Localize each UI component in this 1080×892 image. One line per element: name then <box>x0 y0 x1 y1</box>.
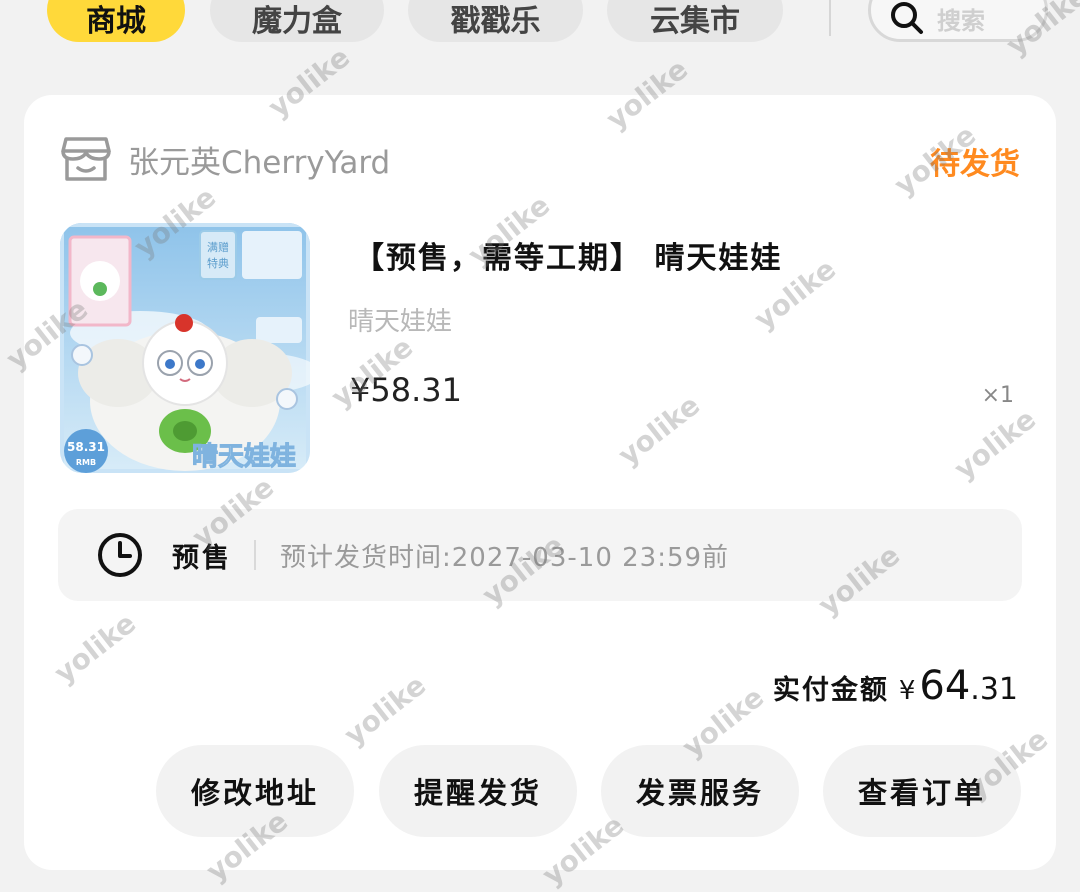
tab-mall[interactable]: 商城 <box>47 0 185 42</box>
thumb-price-badge: 58.31 <box>67 440 105 454</box>
paid-currency: ¥ <box>898 676 916 706</box>
product-thumbnail-art: 满赠 特典 58.31 RMB 晴天娃娃 <box>60 223 310 473</box>
paid-label: 实付金额 <box>772 675 889 706</box>
search-input[interactable]: 搜索 <box>868 0 1048 42</box>
tab-label: 云集市 <box>650 4 740 39</box>
order-status: 待发货 <box>930 147 1020 182</box>
tab-poke[interactable]: 戳戳乐 <box>408 0 583 42</box>
remind-shipping-button[interactable]: 提醒发货 <box>379 745 577 837</box>
shipping-eta: 预计发货时间:2027-03-10 23:59前 <box>280 542 730 573</box>
invoice-service-button[interactable]: 发票服务 <box>601 745 799 837</box>
paid-amount: 实付金额 ¥ 64 .31 <box>773 663 1018 709</box>
paid-integer: 64 <box>919 663 971 709</box>
tab-market[interactable]: 云集市 <box>607 0 783 42</box>
presale-tag: 预售 <box>172 542 232 574</box>
modify-address-button[interactable]: 修改地址 <box>156 745 354 837</box>
product-spec: 晴天娃娃 <box>348 307 453 337</box>
tab-label: 商城 <box>86 4 146 39</box>
thumb-caption: 晴天娃娃 <box>192 442 296 472</box>
search-placeholder: 搜索 <box>937 6 985 35</box>
top-nav: 商城 魔力盒 戳戳乐 云集市 搜索 <box>0 0 1080 70</box>
product-price: ¥58.31 <box>350 371 462 409</box>
nav-divider <box>829 0 831 36</box>
search-icon <box>891 2 923 34</box>
thumb-price-unit: RMB <box>76 458 96 467</box>
thumb-banner-text: 满赠 <box>207 240 229 254</box>
tab-label: 戳戳乐 <box>450 4 541 39</box>
view-order-button[interactable]: 查看订单 <box>823 745 1021 837</box>
product-title[interactable]: 【预售，需等工期】 晴天娃娃 <box>354 233 782 277</box>
store-icon <box>61 137 111 181</box>
clock-icon <box>98 533 142 577</box>
product-image[interactable]: 满赠 特典 58.31 RMB 晴天娃娃 <box>60 223 310 473</box>
order-card: 张元英CherryYard 待发货 满赠 特典 58.31 RMB 晴天娃娃 【… <box>24 95 1056 870</box>
tab-label: 魔力盒 <box>252 4 342 39</box>
thumb-banner-text-2: 特典 <box>207 256 229 270</box>
shop-header[interactable]: 张元英CherryYard <box>60 135 390 183</box>
presale-info-bar: 预售 预计发货时间:2027-03-10 23:59前 <box>58 509 1022 601</box>
presale-divider <box>254 540 256 570</box>
shop-name: 张元英CherryYard <box>128 144 391 181</box>
product-quantity: ×1 <box>981 383 1014 408</box>
tab-magic-box[interactable]: 魔力盒 <box>210 0 384 42</box>
paid-decimal: .31 <box>970 672 1018 707</box>
